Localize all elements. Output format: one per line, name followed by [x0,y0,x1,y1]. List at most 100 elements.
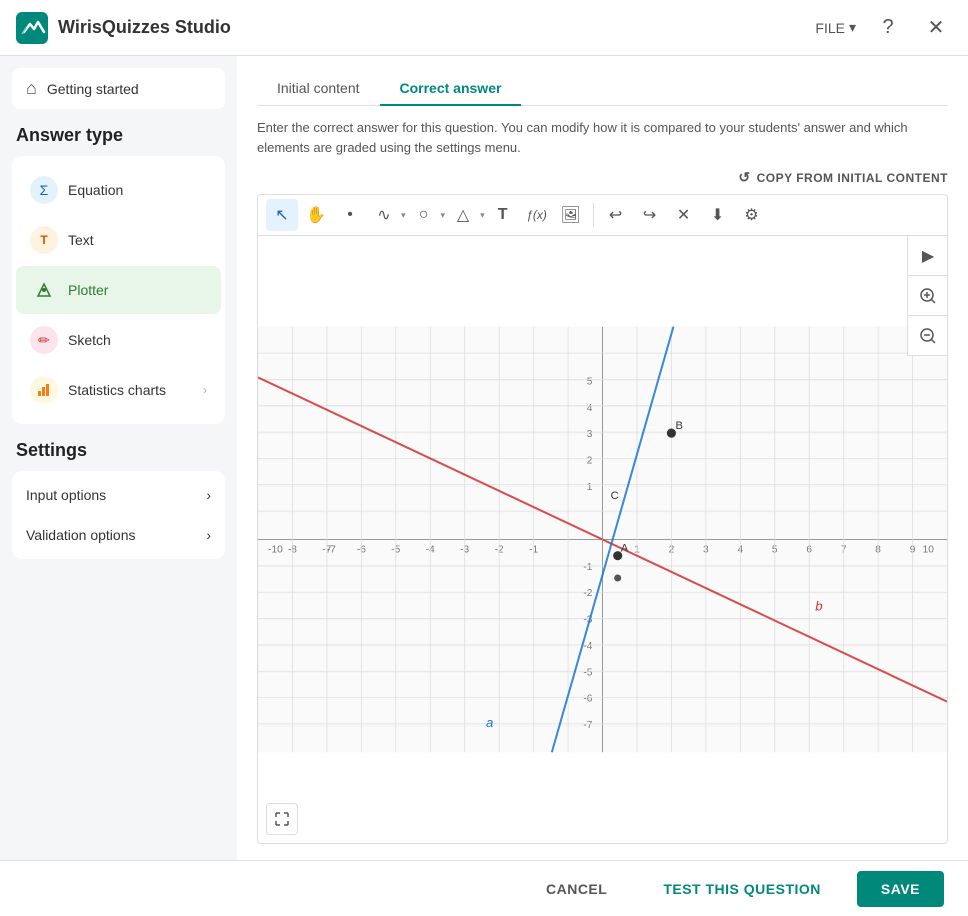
triangle-dropdown-icon[interactable]: ▾ [480,210,485,221]
sidebar-item-stats[interactable]: Statistics charts › [16,366,221,414]
delete-button[interactable]: ✕ [668,199,700,231]
formula-icon: ƒ(x) [526,208,547,222]
triangle-tool-button[interactable]: △ [447,199,479,231]
formula-tool-button[interactable]: ƒ(x) [521,199,553,231]
curve-dropdown-icon[interactable]: ▾ [401,210,406,221]
svg-text:4: 4 [587,403,593,414]
zoom-in-icon [919,287,937,305]
test-question-button[interactable]: TEST THIS QUESTION [643,873,841,905]
text-tool-icon: T [498,206,508,224]
validation-options-chevron-icon: › [206,527,211,543]
equation-icon: Σ [30,176,58,204]
answer-type-section: Σ Equation T Text Plotter ✏ Sketch [12,156,225,424]
svg-text:1: 1 [587,482,593,493]
hand-icon: ✋ [306,205,326,225]
main-layout: ⌂ Getting started Answer type Σ Equation… [0,56,968,860]
svg-text:-7: -7 [327,545,336,556]
download-icon: ⬇ [711,205,724,225]
input-options-item[interactable]: Input options › [12,475,225,515]
delete-icon: ✕ [677,205,690,225]
sidebar-item-plotter[interactable]: Plotter [16,266,221,314]
zoom-in-button[interactable] [908,276,948,316]
select-tool-button[interactable]: ↖ [266,199,298,231]
fullscreen-button[interactable] [266,803,298,835]
graph-side-tools: ▶ [907,236,947,356]
validation-options-label: Validation options [26,527,135,543]
svg-text:-4: -4 [583,641,592,652]
redo-icon: ↪ [643,205,656,225]
sidebar-item-sketch[interactable]: ✏ Sketch [16,316,221,364]
cancel-button[interactable]: CANCEL [526,873,627,905]
svg-text:C: C [611,490,619,502]
svg-text:B: B [675,420,682,432]
graph-svg: -6 -5 -4 -3 -2 -1 1 2 3 4 5 6 7 8 9 -7 -… [258,236,947,843]
toolbar-separator-1 [593,203,594,227]
save-button[interactable]: SAVE [857,871,944,907]
circle-tool-button[interactable]: ○ [408,199,440,231]
undo-icon: ↩ [609,205,622,225]
svg-text:-2: -2 [583,588,592,599]
header-right: FILE ▾ ? ✕ [815,12,952,44]
play-button[interactable]: ▶ [908,236,948,276]
description-text: Enter the correct answer for this questi… [257,118,948,157]
sketch-label: Sketch [68,332,111,348]
sketch-icon: ✏ [30,326,58,354]
svg-text:-7: -7 [583,720,592,731]
undo-button[interactable]: ↩ [600,199,632,231]
settings-icon: ⚙ [744,205,758,225]
text-icon: T [30,226,58,254]
circle-dropdown-icon[interactable]: ▾ [441,210,446,221]
sidebar-home-item[interactable]: ⌂ Getting started [12,68,225,109]
sidebar: ⌂ Getting started Answer type Σ Equation… [0,56,237,860]
settings-group: Input options › Validation options › [12,471,225,559]
home-label: Getting started [47,81,139,97]
text-tool-button[interactable]: T [487,199,519,231]
copy-bar: ↺ COPY FROM INITIAL CONTENT [257,169,948,186]
answer-type-title: Answer type [12,125,225,146]
svg-text:b: b [815,598,822,613]
tab-bar: Initial content Correct answer [257,72,948,106]
circle-icon: ○ [419,206,429,224]
point-icon: • [347,206,353,224]
input-options-chevron-icon: › [206,487,211,503]
redo-button[interactable]: ↪ [634,199,666,231]
zoom-out-button[interactable] [908,316,948,356]
logo-icon [16,12,48,44]
settings-title: Settings [12,440,225,461]
download-button[interactable]: ⬇ [702,199,734,231]
copy-from-initial-button[interactable]: ↺ COPY FROM INITIAL CONTENT [738,169,948,186]
svg-text:-10: -10 [268,545,283,556]
content-area: Initial content Correct answer Enter the… [237,56,968,860]
svg-text:a: a [486,715,493,730]
sidebar-item-equation[interactable]: Σ Equation [16,166,221,214]
file-menu-button[interactable]: FILE ▾ [815,19,856,36]
plotter-icon [30,276,58,304]
validation-options-item[interactable]: Validation options › [12,515,225,555]
svg-text:3: 3 [587,429,593,440]
svg-text:2: 2 [587,456,593,467]
tab-initial-content[interactable]: Initial content [257,72,380,106]
hand-tool-button[interactable]: ✋ [300,199,332,231]
stats-chevron-icon: › [203,383,207,397]
sidebar-item-text[interactable]: T Text [16,216,221,264]
fullscreen-icon [274,811,290,827]
svg-text:-6: -6 [583,694,592,705]
help-button[interactable]: ? [872,12,904,44]
graph-canvas-area[interactable]: -6 -5 -4 -3 -2 -1 1 2 3 4 5 6 7 8 9 -7 -… [257,235,948,844]
app-title: WirisQuizzes Studio [58,17,231,38]
circle-tool-group: ○ ▾ [408,199,446,231]
stats-icon [30,376,58,404]
input-options-label: Input options [26,487,106,503]
image-tool-button[interactable]: 🖼 [555,199,587,231]
curve-tool-group: ∿ ▾ [368,199,406,231]
point-tool-button[interactable]: • [334,199,366,231]
header-left: WirisQuizzes Studio [16,12,231,44]
graph-settings-button[interactable]: ⚙ [736,199,768,231]
graph-toolbar: ↖ ✋ • ∿ ▾ ○ ▾ △ [257,194,948,235]
close-button[interactable]: ✕ [920,12,952,44]
curve-tool-button[interactable]: ∿ [368,199,400,231]
header: WirisQuizzes Studio FILE ▾ ? ✕ [0,0,968,56]
svg-text:5: 5 [587,376,593,387]
text-label: Text [68,232,94,248]
tab-correct-answer[interactable]: Correct answer [380,72,522,106]
